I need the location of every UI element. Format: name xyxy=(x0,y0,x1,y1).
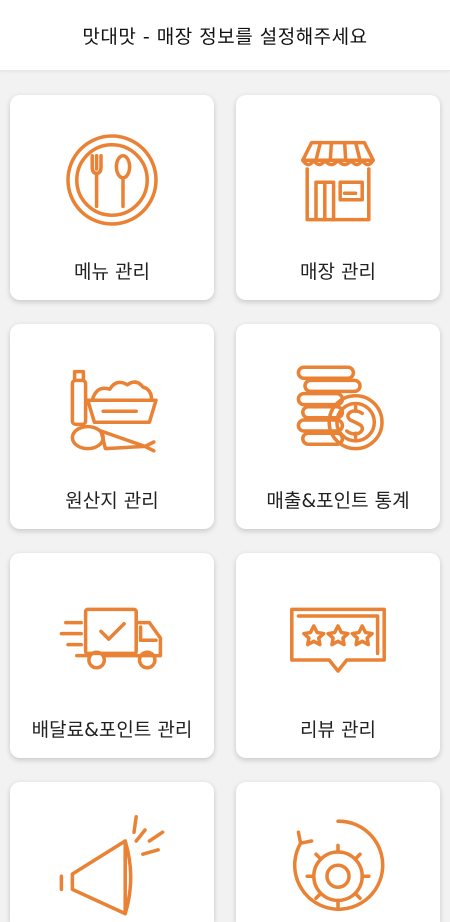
origin-management-label: 원산지 관리 xyxy=(65,490,159,512)
delivery-truck-icon xyxy=(57,583,167,693)
origin-management-tile[interactable]: 원산지 관리 xyxy=(10,324,214,529)
store-management-label: 매장 관리 xyxy=(300,261,376,283)
storefront-icon xyxy=(283,125,393,235)
settings-tile[interactable] xyxy=(236,782,440,922)
sales-points-stats-tile[interactable]: 매출&포인트 통계 xyxy=(236,324,440,529)
gear-settings-icon xyxy=(283,808,393,918)
review-management-label: 리뷰 관리 xyxy=(300,719,376,741)
menu-management-label: 메뉴 관리 xyxy=(74,261,150,283)
groceries-icon xyxy=(57,354,167,464)
menu-management-tile[interactable]: 메뉴 관리 xyxy=(10,95,214,300)
sales-points-stats-label: 매출&포인트 통계 xyxy=(266,490,410,512)
delivery-fee-points-label: 배달료&포인트 관리 xyxy=(31,719,193,741)
review-management-tile[interactable]: 리뷰 관리 xyxy=(236,553,440,758)
star-review-icon xyxy=(283,583,393,693)
plate-utensils-icon xyxy=(57,125,167,235)
delivery-fee-points-tile[interactable]: 배달료&포인트 관리 xyxy=(10,553,214,758)
promotion-tile[interactable] xyxy=(10,782,214,922)
megaphone-icon xyxy=(57,808,167,918)
coins-dollar-icon xyxy=(283,354,393,464)
app-bar: 맛대맛 - 매장 정보를 설정해주세요 xyxy=(0,0,450,71)
menu-grid: 메뉴 관리 매장 관리 원산지 관리 매출&포인트 통계 배달료&포인트 관리 … xyxy=(0,71,450,922)
store-management-tile[interactable]: 매장 관리 xyxy=(236,95,440,300)
page-title: 맛대맛 - 매장 정보를 설정해주세요 xyxy=(82,25,368,48)
